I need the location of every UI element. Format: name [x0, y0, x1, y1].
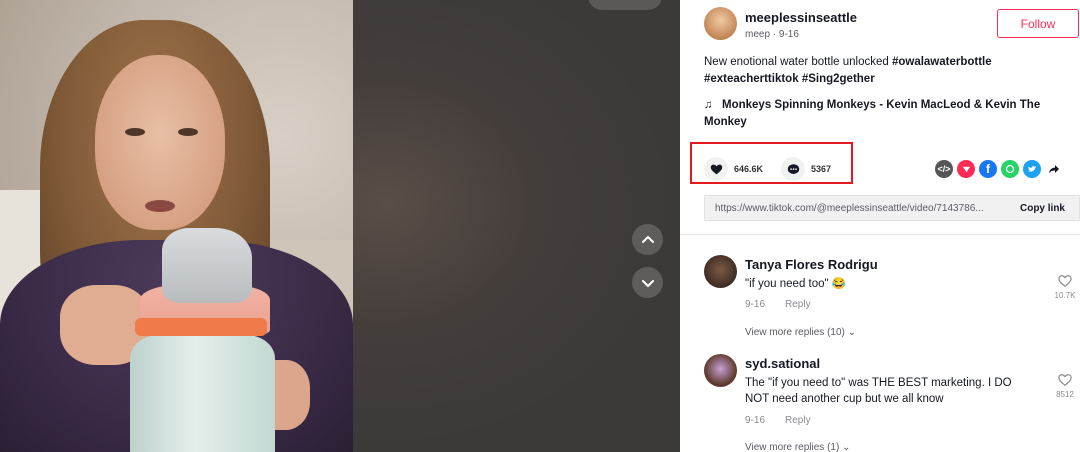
- share-row: </> f: [935, 160, 1063, 178]
- copy-link-button[interactable]: Copy link: [1008, 203, 1079, 214]
- video-person-eye: [125, 128, 145, 136]
- divider: [680, 234, 1080, 235]
- hashtag-link[interactable]: #owalawaterbottle: [892, 56, 992, 68]
- chevron-down-icon: ⌄: [842, 442, 851, 452]
- author-username[interactable]: meeplessinseattle: [745, 10, 857, 25]
- view-more-replies[interactable]: View more replies (10) ⌄: [745, 327, 856, 338]
- caption-text: New enotional water bottle unlocked: [704, 56, 892, 68]
- commenter-avatar[interactable]: [704, 255, 737, 288]
- video-bottle-cap: [162, 228, 252, 303]
- comment-like-count: 8512: [1056, 390, 1074, 399]
- embed-icon[interactable]: </>: [935, 160, 953, 178]
- phone-icon: [1005, 164, 1015, 174]
- video-bottle-body: [130, 335, 275, 452]
- author-subline: meep · 9-16: [745, 29, 799, 40]
- music-title[interactable]: Monkeys Spinning Monkeys - Kevin MacLeod…: [704, 99, 1040, 128]
- video-player[interactable]: [0, 0, 680, 452]
- heart-outline-icon[interactable]: [1058, 373, 1072, 387]
- video-person-eye: [178, 128, 198, 136]
- video-bottle-band: [135, 318, 267, 336]
- author-avatar[interactable]: [704, 7, 737, 40]
- video-url[interactable]: https://www.tiktok.com/@meeplessinseattl…: [705, 203, 1008, 214]
- highlight-box: [690, 142, 853, 184]
- chevron-up-icon: [641, 235, 654, 243]
- chevron-down-icon: ⌄: [847, 327, 857, 338]
- music-link[interactable]: ♫ Monkeys Spinning Monkeys - Kevin MacLeo…: [704, 97, 1064, 131]
- commenter-avatar[interactable]: [704, 354, 737, 387]
- heart-outline-icon[interactable]: [1058, 274, 1072, 288]
- facebook-icon[interactable]: f: [979, 160, 997, 178]
- comment-like: 10.7K: [1050, 274, 1080, 300]
- reply-button[interactable]: Reply: [785, 299, 811, 310]
- commenter-name[interactable]: Tanya Flores Rodrigu: [745, 257, 878, 272]
- comment-meta: 9-16 Reply: [745, 415, 831, 426]
- comment-text: "if you need too" 😂: [745, 278, 847, 290]
- hashtag-link[interactable]: #exteacherttiktok: [704, 73, 799, 85]
- music-note-icon: ♫: [704, 99, 713, 111]
- send-icon[interactable]: [957, 160, 975, 178]
- video-person-mouth: [145, 200, 175, 212]
- forward-arrow-icon: [1049, 165, 1059, 174]
- reply-button[interactable]: Reply: [785, 415, 811, 426]
- video-caption: New enotional water bottle unlocked #owa…: [704, 54, 1064, 88]
- send-triangle-icon: [962, 166, 970, 172]
- video-frame[interactable]: [0, 0, 353, 452]
- comment-date: 9-16: [745, 299, 766, 310]
- view-more-label: View more replies (10): [745, 327, 845, 338]
- twitter-icon[interactable]: [1023, 160, 1041, 178]
- comment-like-count: 10.7K: [1054, 291, 1076, 300]
- view-more-label: View more replies (1): [745, 442, 840, 452]
- comment-date: 9-16: [745, 415, 766, 426]
- commenter-name[interactable]: syd.sational: [745, 356, 820, 371]
- follow-button[interactable]: Follow: [997, 9, 1079, 38]
- view-more-replies[interactable]: View more replies (1) ⌄: [745, 442, 850, 452]
- chevron-down-icon: [641, 279, 654, 287]
- video-info-panel: meeplessinseattle meep · 9-16 Follow New…: [680, 0, 1080, 452]
- previous-video-button[interactable]: [632, 224, 663, 255]
- hashtag-link[interactable]: #Sing2gether: [802, 73, 875, 85]
- bird-icon: [1028, 166, 1036, 172]
- comment-like: 8512: [1050, 373, 1080, 399]
- comment-item: syd.sational The "if you need to" was TH…: [704, 354, 1080, 444]
- comment-meta: 9-16 Reply: [745, 299, 831, 310]
- comment-text: The "if you need to" was THE BEST market…: [745, 377, 1012, 405]
- video-link-box: https://www.tiktok.com/@meeplessinseattl…: [704, 195, 1080, 221]
- tiktok-video-page: meeplessinseattle meep · 9-16 Follow New…: [0, 0, 1080, 452]
- video-top-control[interactable]: [588, 0, 662, 10]
- next-video-button[interactable]: [632, 267, 663, 298]
- whatsapp-icon[interactable]: [1001, 160, 1019, 178]
- share-arrow-icon[interactable]: [1045, 160, 1063, 178]
- video-blur-backdrop: [353, 0, 680, 452]
